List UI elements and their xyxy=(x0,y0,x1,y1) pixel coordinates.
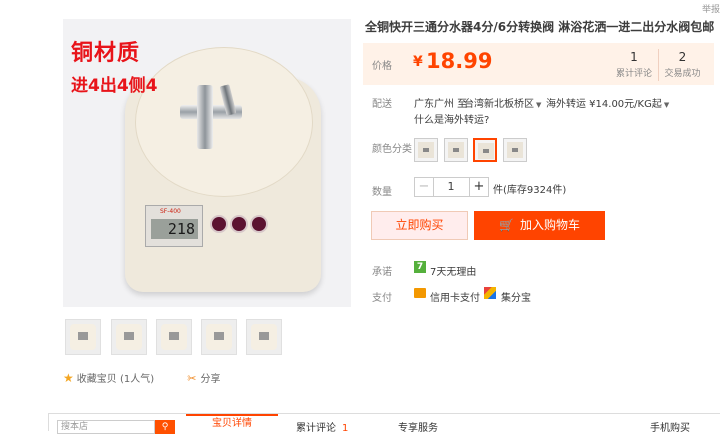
color-option-3[interactable] xyxy=(473,138,497,162)
jifenbao-icon xyxy=(484,287,496,299)
thumbnail-4[interactable] xyxy=(201,319,237,355)
quantity-label: 数量 xyxy=(372,187,392,198)
actions-row: ★ 收藏宝贝 (1人气) ✂ 分享 xyxy=(63,370,221,386)
shipping-text: 海外转运 ¥14.00元/KG起 xyxy=(546,99,662,110)
chevron-down-icon: ▼ xyxy=(536,101,542,109)
thumbnail-2[interactable] xyxy=(111,319,147,355)
scale-brand: SF-400 xyxy=(160,208,181,215)
chevron-down-icon: ▼ xyxy=(663,101,670,109)
price-label: 价格 xyxy=(372,61,392,72)
color-option-4[interactable] xyxy=(503,138,527,162)
credit-card-payment[interactable]: 信用卡支付 xyxy=(430,289,480,304)
tab-mobile-purchase[interactable]: 手机购买 xyxy=(650,419,690,434)
quantity-increase-button[interactable]: + xyxy=(469,177,489,197)
price-currency: ¥ xyxy=(413,54,423,70)
add-to-cart-label: 加入购物车 xyxy=(519,218,580,232)
sales-count-value: 2 xyxy=(678,50,687,64)
store-search-input[interactable]: 搜本店 xyxy=(57,420,155,434)
share-link[interactable]: ✂ 分享 xyxy=(187,372,221,385)
scale-buttons xyxy=(210,215,274,239)
delivery-label: 配送 xyxy=(372,99,392,110)
favorite-label: 收藏宝贝 (1人气) xyxy=(76,374,155,385)
scale-plate xyxy=(135,47,313,197)
overseas-transfer-help-link[interactable]: 什么是海外转运? xyxy=(414,111,489,126)
price-value: 18.99 xyxy=(426,49,493,73)
share-label: 分享 xyxy=(200,374,221,385)
shipping-select[interactable]: 海外转运 ¥14.00元/KG起 ▼ xyxy=(546,95,669,110)
valve-stem xyxy=(197,85,213,149)
delivery-destination: 台湾新北板桥区 xyxy=(464,99,534,110)
cart-icon: 🛒 xyxy=(499,218,514,232)
search-icon[interactable]: ⚲ xyxy=(155,420,175,434)
review-count-label: 累计评论 xyxy=(615,69,652,79)
scale-display: SF-400 218 xyxy=(145,205,203,247)
seven-day-icon: 7 xyxy=(414,261,426,273)
quantity-input[interactable]: 1 xyxy=(433,177,469,197)
color-option-1[interactable] xyxy=(414,138,438,162)
credit-card-icon xyxy=(414,288,426,298)
tab-exclusive-service[interactable]: 专享服务 xyxy=(398,419,438,434)
tab-reviews-label: 累计评论 xyxy=(296,423,336,434)
promise-text[interactable]: 7天无理由 xyxy=(430,263,476,278)
sales-count[interactable]: 2 交易成功 xyxy=(658,49,706,81)
thumbnail-5[interactable] xyxy=(246,319,282,355)
buy-now-button[interactable]: 立即购买 xyxy=(371,211,468,240)
tab-product-detail[interactable]: 宝贝详情 xyxy=(186,414,278,431)
delivery-destination-select[interactable]: 台湾新北板桥区 ▼ xyxy=(464,95,541,110)
favorite-link[interactable]: ★ 收藏宝贝 (1人气) xyxy=(63,371,157,385)
scale-reading: 218 xyxy=(151,219,198,239)
review-count-value: 1 xyxy=(630,50,638,64)
star-icon: ★ xyxy=(63,371,74,385)
image-overlay-material: 铜材质 xyxy=(71,41,141,66)
add-to-cart-button[interactable]: 🛒 加入购物车 xyxy=(474,211,605,240)
report-link[interactable]: 举报 xyxy=(702,2,720,15)
payment-label: 支付 xyxy=(372,293,392,304)
thumbnail-3[interactable] xyxy=(156,319,192,355)
stock-text: 件(库存9324件) xyxy=(493,185,567,196)
quantity-decrease-button[interactable]: − xyxy=(414,177,434,197)
color-option-2[interactable] xyxy=(444,138,468,162)
promise-label: 承诺 xyxy=(372,267,392,278)
product-title: 全铜快开三通分水器4分/6分转换阀 淋浴花洒一进二出分水阀包邮 xyxy=(365,20,715,34)
image-overlay-spec: 进4出4侧4 xyxy=(71,76,158,96)
review-count[interactable]: 1 累计评论 xyxy=(610,49,658,79)
main-product-image[interactable]: SF-400 218 铜材质 进4出4侧4 xyxy=(63,19,351,307)
tab-reviews[interactable]: 累计评论 1 xyxy=(296,419,348,434)
jifenbao-payment[interactable]: 集分宝 xyxy=(501,289,531,304)
sales-count-label: 交易成功 xyxy=(664,69,701,79)
scissors-icon: ✂ xyxy=(187,372,197,385)
color-label: 颜色分类 xyxy=(372,144,412,155)
delivery-from: 广东广州 至 xyxy=(414,99,468,110)
tab-reviews-count: 1 xyxy=(342,423,349,434)
thumbnail-1[interactable] xyxy=(65,319,101,355)
